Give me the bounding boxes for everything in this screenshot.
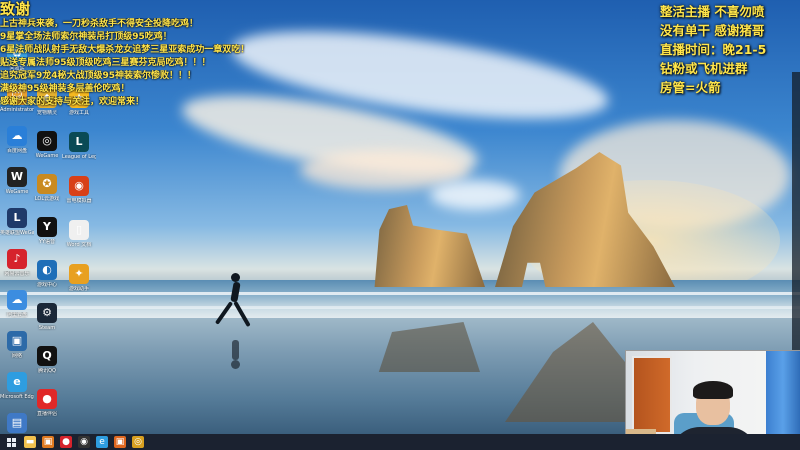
runner-silhouette <box>231 273 240 282</box>
lol-tft-icon: L <box>7 208 27 228</box>
desktop-icon-label: 游戏工具 <box>68 110 89 116</box>
taskbar-edge[interactable]: e <box>96 436 108 448</box>
red-app-icon: ● <box>37 389 57 409</box>
desktop-icon-cloud-drive[interactable]: ☁ 阿里云盘 <box>0 290 34 328</box>
windows-icon <box>6 437 16 447</box>
desktop-icon-label: Steam <box>38 325 56 331</box>
ticker-line: 满级神95级神装多层盖伦吃鸡！ <box>0 84 130 94</box>
runner-reflection <box>231 360 240 369</box>
desktop-icon-app-ring[interactable]: ◉ 雷电模拟器 <box>62 176 96 214</box>
wave <box>0 292 800 295</box>
taskbar-app-stream-icon: ▣ <box>115 437 125 447</box>
desktop-icon-league-of-legends[interactable]: L League of Legends <box>62 132 96 170</box>
desktop-icon-lol-tft[interactable]: L 英雄联盟WeGame版 <box>0 208 34 246</box>
taskbar-app-orange[interactable]: ▣ <box>42 436 54 448</box>
desktop-icon-label: 宠物精灵 <box>36 110 57 116</box>
stream-info-line: 没有单干 感谢猪哥 <box>660 23 765 38</box>
taskbar-app-dark-icon: ◉ <box>80 437 88 447</box>
desktop-icon-label: 腾讯QQ <box>38 368 56 374</box>
ticker-line: 6星法师战队射手无敌大爆杀龙女追梦三星亚索成功一章双吃！ <box>0 45 250 55</box>
desktop-icon-network[interactable]: ▣ 网络 <box>0 331 34 369</box>
side-panel-edge <box>792 72 800 352</box>
desktop-icon-game-center[interactable]: ◐ 游戏中心 <box>30 260 64 298</box>
app-ring-icon: ◉ <box>69 176 89 196</box>
desktop-icon-label: 雷电模拟器 <box>66 198 92 204</box>
edge-icon: e <box>7 372 27 392</box>
taskbar-app-orange-icon: ▣ <box>43 437 53 447</box>
ticker-line: 贴送专属法师95级顶级吃鸡三星赛芬克局吃鸡！！！ <box>0 58 211 68</box>
desktop-icon-label: YY语音 <box>38 239 56 245</box>
desktop-icon-label: League of Legends <box>62 154 96 160</box>
desktop-icon-label: LOL云游戏 <box>34 196 60 202</box>
taskbar-app-stream[interactable]: ▣ <box>114 436 126 448</box>
desktop-icon-text-file[interactable]: ▯ Word 文档 <box>62 220 96 258</box>
taskbar-edge-icon: e <box>99 437 105 447</box>
desktop-icon-net-disk[interactable]: ☁ 百度网盘 <box>0 126 34 164</box>
desktop-icon-label: 网络 <box>11 353 22 359</box>
thanks-ticker: 致谢 上古神兵来袭，一刀秒杀敌手不得安全投降吃鸡！ 9星掌全场法师索尔神装吊打顶… <box>0 0 250 110</box>
desktop-icon-label: 直播伴侣 <box>36 411 57 417</box>
yy-voice-icon: Y <box>37 217 57 237</box>
wave <box>0 306 800 309</box>
lol-mobile-icon: ✪ <box>37 174 57 194</box>
netease-music-icon: ♪ <box>7 249 27 269</box>
desktop-icon-netease-music[interactable]: ♪ 网易云音乐 <box>0 249 34 287</box>
desktop-icon-label: WeGame <box>35 153 59 159</box>
desktop-icon-label: Word 文档 <box>66 242 92 248</box>
desktop-icon-label: 百度网盘 <box>6 148 27 154</box>
taskbar-file-explorer[interactable]: ▬ <box>24 436 36 448</box>
taskbar-app-ring[interactable]: ◎ <box>132 436 144 448</box>
desktop-icon-label: 游戏中心 <box>36 282 57 288</box>
windows-tools-icon: ▤ <box>7 413 27 433</box>
taskbar: ▬ ▣ ● ◉ e ▣ ◎ <box>0 434 800 450</box>
taskbar-netease[interactable]: ● <box>60 436 72 448</box>
desktop-icon-game-hero[interactable]: ✦ 游戏助手 <box>62 264 96 302</box>
desktop-icon-label: 阿里云盘 <box>6 312 27 318</box>
stream-info-line: 钻粉或飞机进群 <box>660 61 748 76</box>
start-button[interactable] <box>4 436 18 448</box>
desktop-icon-lol-mobile[interactable]: ✪ LOL云游戏 <box>30 174 64 212</box>
cloud <box>430 180 520 210</box>
ticker-line: 追究冠军9龙4秘大战顶级95神装索尔惨败！！！ <box>0 71 197 81</box>
taskbar-app-ring-icon: ◎ <box>134 437 142 447</box>
ticker-line: 9星掌全场法师索尔神装吊打顶级95吃鸡！ <box>0 32 172 42</box>
desktop-icon-label: 网易云音乐 <box>4 271 30 277</box>
game-hero-icon: ✦ <box>69 264 89 284</box>
stream-info-line: 直播时间：晚21-5 <box>660 42 767 57</box>
steam-icon: ⚙ <box>37 303 57 323</box>
desktop-icon-red-app[interactable]: ● 直播伴侣 <box>30 389 64 427</box>
desktop-icon-label: Microsoft Edge <box>0 394 34 400</box>
cloud-drive-icon: ☁ <box>7 290 27 310</box>
wegame-icon: W <box>7 167 27 187</box>
desktop-icon-yy-voice[interactable]: Y YY语音 <box>30 217 64 255</box>
taskbar-file-explorer-icon: ▬ <box>25 437 35 447</box>
desktop-icon-edge[interactable]: e Microsoft Edge <box>0 372 34 410</box>
desktop-icon-label: WeGame <box>5 189 29 195</box>
stream-info-line: 整活主播 不喜勿喷 <box>660 4 765 19</box>
qq-icon: Q <box>37 346 57 366</box>
stream-info-panel: 整活主播 不喜勿喷 没有单干 感谢猪哥 直播时间：晚21-5 钻粉或飞机进群 房… <box>660 2 792 97</box>
desktop-icon-wegame-2[interactable]: ◎ WeGame <box>30 131 64 169</box>
network-icon: ▣ <box>7 331 27 351</box>
streamer-hair <box>693 381 733 399</box>
wegame-2-icon: ◎ <box>37 131 57 151</box>
small-rock <box>374 205 485 287</box>
desktop-icon-qq[interactable]: Q 腾讯QQ <box>30 346 64 384</box>
desktop-icon-steam[interactable]: ⚙ Steam <box>30 303 64 341</box>
ticker-heading: 致谢 <box>0 0 31 18</box>
taskbar-netease-icon: ● <box>62 437 70 447</box>
league-of-legends-icon: L <box>69 132 89 152</box>
desktop-icon-label: 游戏助手 <box>68 286 89 292</box>
taskbar-app-dark[interactable]: ◉ <box>78 436 90 448</box>
net-disk-icon: ☁ <box>7 126 27 146</box>
ticker-line: 感谢大家的支持与关注，欢迎常来！ <box>0 97 145 107</box>
text-file-icon: ▯ <box>69 220 89 240</box>
stream-info-line: 房管=火箭 <box>660 80 721 95</box>
game-center-icon: ◐ <box>37 260 57 280</box>
desktop-icon-label: 英雄联盟WeGame版 <box>0 230 34 236</box>
ticker-line: 上古神兵来袭，一刀秒杀敌手不得安全投降吃鸡！ <box>0 19 199 29</box>
webcam-door <box>632 356 672 434</box>
runner-reflection <box>232 340 239 360</box>
desktop-icon-wegame[interactable]: W WeGame <box>0 167 34 205</box>
